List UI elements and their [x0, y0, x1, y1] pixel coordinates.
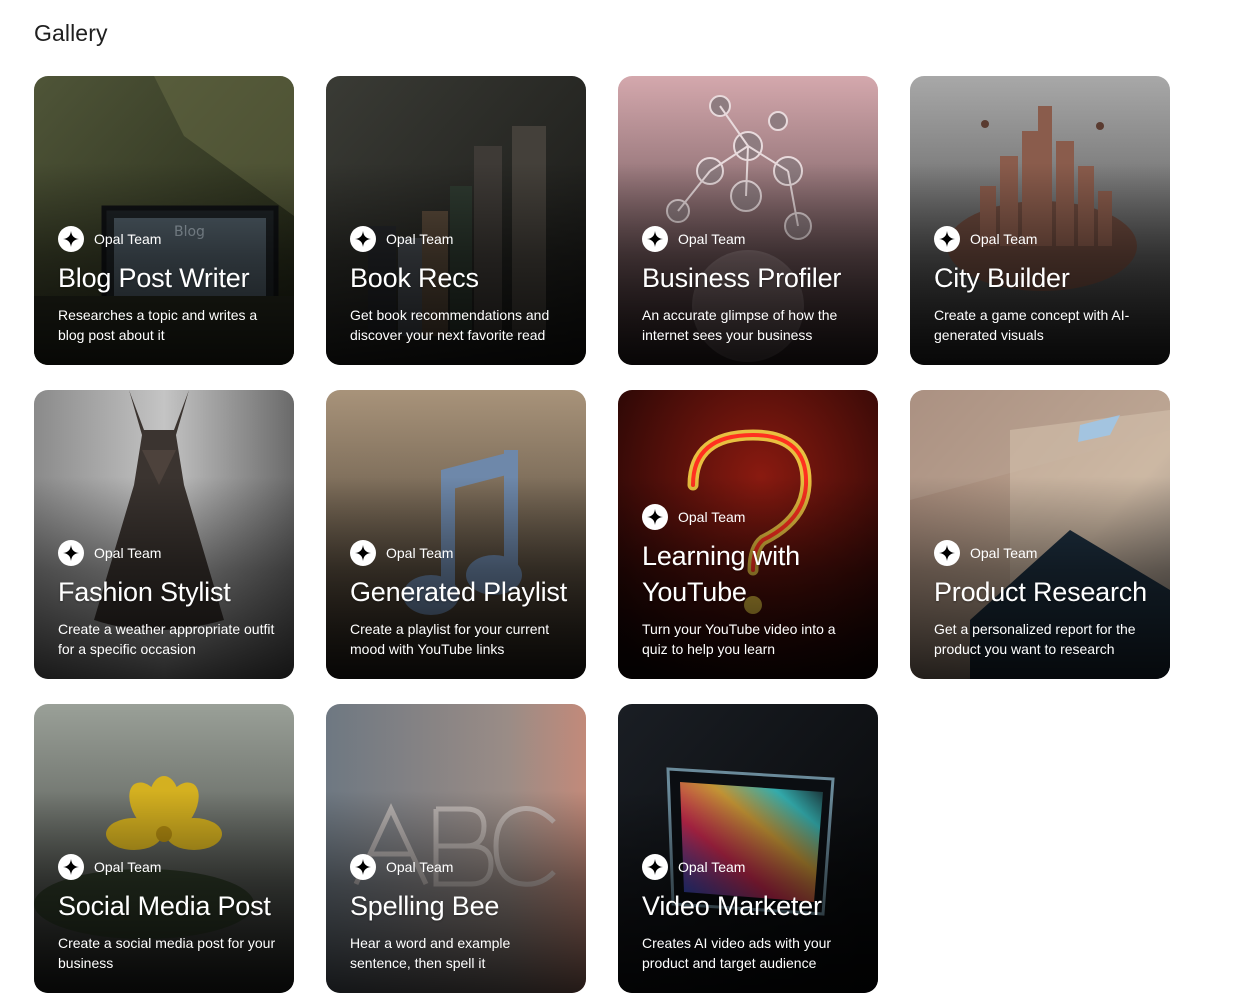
card-author: Opal Team — [350, 540, 568, 566]
card-content: Opal Team Social Media Post Create a soc… — [58, 854, 276, 973]
gallery-card-city-builder[interactable]: Opal Team City Builder Create a game con… — [910, 76, 1170, 365]
sparkle-icon — [642, 226, 668, 252]
author-name: Opal Team — [970, 545, 1038, 561]
card-author: Opal Team — [58, 540, 276, 566]
card-description: Create a social media post for your busi… — [58, 935, 276, 971]
gallery-page: Gallery Blog — [0, 0, 1243, 1003]
card-description: Turn your YouTube video into a quiz to h… — [642, 621, 836, 657]
card-description: Creates AI video ads with your product a… — [642, 935, 832, 971]
author-name: Opal Team — [94, 231, 162, 247]
card-title: Learning with YouTube — [642, 541, 801, 607]
sparkle-icon — [350, 540, 376, 566]
card-content: Opal Team Generated Playlist Create a pl… — [350, 540, 568, 659]
card-description: Researches a topic and writes a blog pos… — [58, 307, 258, 343]
sparkle-icon — [642, 504, 668, 530]
gallery-card-business-profiler[interactable]: Opal Team Business Profiler An accurate … — [618, 76, 878, 365]
gallery-grid: Blog Opal Team Blog Post Writer Research… — [34, 76, 1170, 993]
author-name: Opal Team — [386, 545, 454, 561]
gallery-card-spelling-bee[interactable]: Opal Team Spelling Bee Hear a word and e… — [326, 704, 586, 993]
sparkle-icon — [58, 540, 84, 566]
card-title: Generated Playlist — [350, 577, 568, 607]
card-content: Opal Team Fashion Stylist Create a weath… — [58, 540, 276, 659]
card-description: An accurate glimpse of how the internet … — [642, 307, 838, 343]
author-name: Opal Team — [386, 859, 454, 875]
gallery-card-generated-playlist[interactable]: Opal Team Generated Playlist Create a pl… — [326, 390, 586, 679]
card-title: Product Research — [934, 577, 1147, 607]
card-author: Opal Team — [642, 226, 860, 252]
sparkle-icon — [934, 540, 960, 566]
card-author: Opal Team — [350, 226, 568, 252]
card-author: Opal Team — [642, 854, 860, 880]
gallery-card-social-media-post[interactable]: Opal Team Social Media Post Create a soc… — [34, 704, 294, 993]
author-name: Opal Team — [386, 231, 454, 247]
gallery-card-blog-post-writer[interactable]: Blog Opal Team Blog Post Writer Research… — [34, 76, 294, 365]
sparkle-icon — [58, 854, 84, 880]
card-title: Book Recs — [350, 263, 479, 293]
card-title: Business Profiler — [642, 263, 842, 293]
card-title: Blog Post Writer — [58, 263, 250, 293]
author-name: Opal Team — [970, 231, 1038, 247]
card-content: Opal Team Spelling Bee Hear a word and e… — [350, 854, 568, 973]
author-name: Opal Team — [94, 545, 162, 561]
card-author: Opal Team — [58, 226, 276, 252]
card-content: Opal Team Book Recs Get book recommendat… — [350, 226, 568, 345]
card-content: Opal Team Product Research Get a persona… — [934, 540, 1152, 659]
sparkle-icon — [934, 226, 960, 252]
card-description: Hear a word and example sentence, then s… — [350, 935, 511, 971]
author-name: Opal Team — [678, 509, 746, 525]
gallery-card-book-recs[interactable]: Opal Team Book Recs Get book recommendat… — [326, 76, 586, 365]
sparkle-icon — [350, 226, 376, 252]
card-description: Create a playlist for your current mood … — [350, 621, 550, 657]
card-title: Video Marketer — [642, 891, 822, 921]
card-content: Opal Team Video Marketer Creates AI vide… — [642, 854, 860, 973]
author-name: Opal Team — [94, 859, 162, 875]
card-description: Create a game concept with AI-generated … — [934, 307, 1130, 343]
sparkle-icon — [642, 854, 668, 880]
card-author: Opal Team — [642, 504, 860, 530]
card-content: Opal Team Business Profiler An accurate … — [642, 226, 860, 345]
card-author: Opal Team — [58, 854, 276, 880]
card-content: Opal Team Learning with YouTube Turn you… — [642, 504, 860, 659]
card-description: Get book recommendations and discover yo… — [350, 307, 550, 343]
gallery-card-fashion-stylist[interactable]: Opal Team Fashion Stylist Create a weath… — [34, 390, 294, 679]
sparkle-icon — [58, 226, 84, 252]
card-content: Opal Team City Builder Create a game con… — [934, 226, 1152, 345]
gallery-card-video-marketer[interactable]: Opal Team Video Marketer Creates AI vide… — [618, 704, 878, 993]
card-author: Opal Team — [350, 854, 568, 880]
card-title: Social Media Post — [58, 891, 271, 921]
card-author: Opal Team — [934, 540, 1152, 566]
author-name: Opal Team — [678, 859, 746, 875]
page-title: Gallery — [34, 20, 108, 46]
card-content: Opal Team Blog Post Writer Researches a … — [58, 226, 276, 345]
card-description: Get a personalized report for the produc… — [934, 621, 1136, 657]
card-description: Create a weather appropriate outfit for … — [58, 621, 275, 657]
card-author: Opal Team — [934, 226, 1152, 252]
card-title: Fashion Stylist — [58, 577, 231, 607]
gallery-card-learning-with-youtube[interactable]: Opal Team Learning with YouTube Turn you… — [618, 390, 878, 679]
sparkle-icon — [350, 854, 376, 880]
card-title: Spelling Bee — [350, 891, 500, 921]
card-title: City Builder — [934, 263, 1070, 293]
gallery-card-product-research[interactable]: Opal Team Product Research Get a persona… — [910, 390, 1170, 679]
author-name: Opal Team — [678, 231, 746, 247]
